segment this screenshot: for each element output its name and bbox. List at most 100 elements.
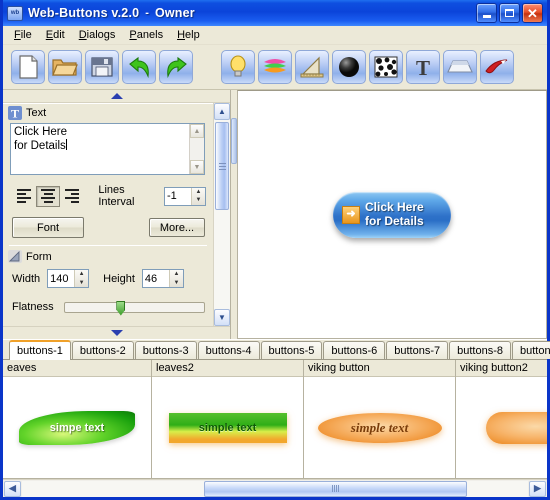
gallery-horizontal-scrollbar[interactable]: ◀ ▶ — [3, 479, 547, 497]
flatness-slider-thumb[interactable] — [116, 300, 126, 316]
gallery-item[interactable]: leaves2 simple text — [152, 360, 304, 478]
text-scroll-up-button[interactable]: ▲ — [190, 124, 204, 138]
gallery-scroll-left-button[interactable]: ◀ — [4, 480, 21, 497]
properties-panel: T Text Click Here for Details ▲ ▼ Lines … — [3, 90, 231, 339]
minimize-button[interactable] — [476, 3, 497, 23]
height-spin-buttons[interactable]: ▲ ▼ — [168, 270, 183, 288]
height-input[interactable] — [142, 270, 169, 287]
align-left-button[interactable] — [12, 185, 37, 207]
align-center-button[interactable] — [36, 185, 61, 207]
sample-button-leaves[interactable]: simpe text — [19, 410, 135, 445]
lightbulb-icon — [228, 55, 248, 79]
gallery-scroll-thumb[interactable] — [204, 480, 468, 497]
colors-button[interactable] — [258, 50, 292, 84]
lines-interval-input[interactable] — [165, 187, 192, 205]
menu-item-panels[interactable]: Panels — [122, 27, 170, 43]
panel-scroll-up-button[interactable]: ▲ — [214, 103, 230, 120]
height-stepper[interactable]: ▲▼ — [141, 269, 184, 288]
bevel-plate-icon — [447, 58, 473, 76]
gallery-item[interactable]: viking button simple text — [304, 360, 456, 478]
text-scroll-down-button[interactable]: ▼ — [190, 160, 204, 174]
panel-scroll-thumb[interactable] — [215, 122, 229, 210]
section-header-form[interactable]: Form — [3, 248, 213, 265]
save-button[interactable] — [85, 50, 119, 84]
palette-icon — [262, 56, 288, 78]
spin-up-icon[interactable]: ▲ — [192, 188, 205, 197]
menu-item-help[interactable]: Help — [170, 27, 207, 43]
gallery-item[interactable]: eaves simpe text — [3, 360, 152, 478]
texture-button[interactable] — [369, 50, 403, 84]
flatness-slider[interactable] — [63, 300, 205, 316]
gallery-item-preview[interactable]: simple — [456, 377, 547, 478]
gallery-item-title: viking button2 — [456, 360, 547, 377]
tab-buttons-8[interactable]: buttons-8 — [449, 341, 511, 359]
panel-scroll-down-bar[interactable] — [3, 326, 230, 339]
gallery-scroll-track[interactable] — [22, 480, 528, 497]
menu-item-file[interactable]: FFileile — [7, 27, 39, 43]
gallery-item-title: eaves — [3, 360, 151, 377]
close-button[interactable]: ✕ — [522, 3, 543, 23]
sample-button-leaves2[interactable]: simple text — [168, 412, 287, 443]
gallery-item-preview[interactable]: simpe text — [3, 377, 151, 478]
tab-buttons-6[interactable]: buttons-6 — [323, 341, 386, 359]
tab-buttons-1[interactable]: buttons-1 — [9, 340, 71, 360]
gallery-scroll-right-button[interactable]: ▶ — [529, 480, 546, 497]
menu-item-dialogs[interactable]: Dialogs — [72, 27, 123, 43]
sample-button-label: simple text — [350, 419, 409, 435]
spin-up-icon[interactable]: ▲ — [170, 270, 183, 279]
gallery-item[interactable]: viking button2 simple — [456, 360, 547, 478]
save-floppy-icon — [91, 56, 113, 78]
text-button[interactable]: T — [406, 50, 440, 84]
width-spin-buttons[interactable]: ▲ ▼ — [74, 270, 89, 288]
preview-canvas[interactable]: ➜ Click Here for Details — [237, 90, 547, 339]
window-title: Web-Buttons v.2.0 — [28, 6, 140, 20]
minimize-icon — [482, 15, 491, 18]
section-header-text[interactable]: T Text — [3, 104, 213, 121]
tab-buttons-4[interactable]: buttons-4 — [197, 341, 260, 359]
light-button[interactable] — [221, 50, 255, 84]
spin-down-icon[interactable]: ▼ — [192, 196, 205, 205]
text-input[interactable]: Click Here for Details — [11, 124, 189, 174]
sample-button-viking2[interactable]: simple — [485, 411, 547, 444]
bevel-button[interactable] — [443, 50, 477, 84]
arrow-right-icon: ➜ — [342, 205, 360, 224]
lines-interval-spin-buttons[interactable]: ▲ ▼ — [191, 187, 206, 205]
svg-text:T: T — [416, 56, 430, 78]
preview-button[interactable]: ➜ Click Here for Details — [333, 191, 451, 238]
sample-button-viking[interactable]: simple text — [317, 412, 442, 443]
tab-buttons-3[interactable]: buttons-3 — [134, 341, 197, 359]
text-input-box[interactable]: Click Here for Details ▲ ▼ — [10, 123, 205, 175]
text-input-scrollbar[interactable]: ▲ ▼ — [189, 124, 204, 174]
form-button[interactable] — [295, 50, 329, 84]
tab-buttons-7[interactable]: buttons-7 — [386, 341, 449, 359]
gallery-item-preview[interactable]: simple text — [152, 377, 303, 478]
panel-scroll-up-bar[interactable] — [3, 90, 230, 103]
spin-down-icon[interactable]: ▼ — [75, 279, 88, 288]
maximize-button[interactable] — [499, 3, 520, 23]
width-input[interactable] — [48, 270, 75, 287]
tab-buttons-5[interactable]: buttons-5 — [260, 341, 323, 359]
effects-button[interactable] — [480, 50, 514, 84]
triangle-down-icon — [110, 330, 123, 336]
menu-item-edit[interactable]: Edit — [39, 27, 72, 43]
panel-vertical-scrollbar[interactable]: ▲ ▼ — [213, 103, 230, 326]
spin-up-icon[interactable]: ▲ — [75, 270, 88, 279]
spin-down-icon[interactable]: ▼ — [170, 279, 183, 288]
tab-buttons-9[interactable]: buttons-9 — [512, 341, 550, 359]
more-button[interactable]: More... — [149, 218, 205, 237]
panel-scroll-down-button[interactable]: ▼ — [214, 309, 230, 326]
width-stepper[interactable]: ▲▼ — [47, 269, 90, 288]
gallery-item-preview[interactable]: simple text — [304, 377, 455, 478]
align-right-button[interactable] — [60, 185, 85, 207]
new-document-button[interactable] — [11, 50, 45, 84]
open-folder-button[interactable] — [48, 50, 82, 84]
undo-button[interactable] — [122, 50, 156, 84]
gallery-list[interactable]: eaves simpe text leaves2 simple text vik… — [3, 360, 547, 479]
lines-interval-stepper[interactable]: ▲▼ — [164, 186, 207, 206]
material-button[interactable] — [332, 50, 366, 84]
redo-button[interactable] — [159, 50, 193, 84]
section-divider — [9, 245, 207, 246]
panel-scroll-track[interactable] — [214, 120, 230, 309]
font-button[interactable]: Font — [12, 217, 84, 238]
tab-buttons-2[interactable]: buttons-2 — [71, 341, 134, 359]
